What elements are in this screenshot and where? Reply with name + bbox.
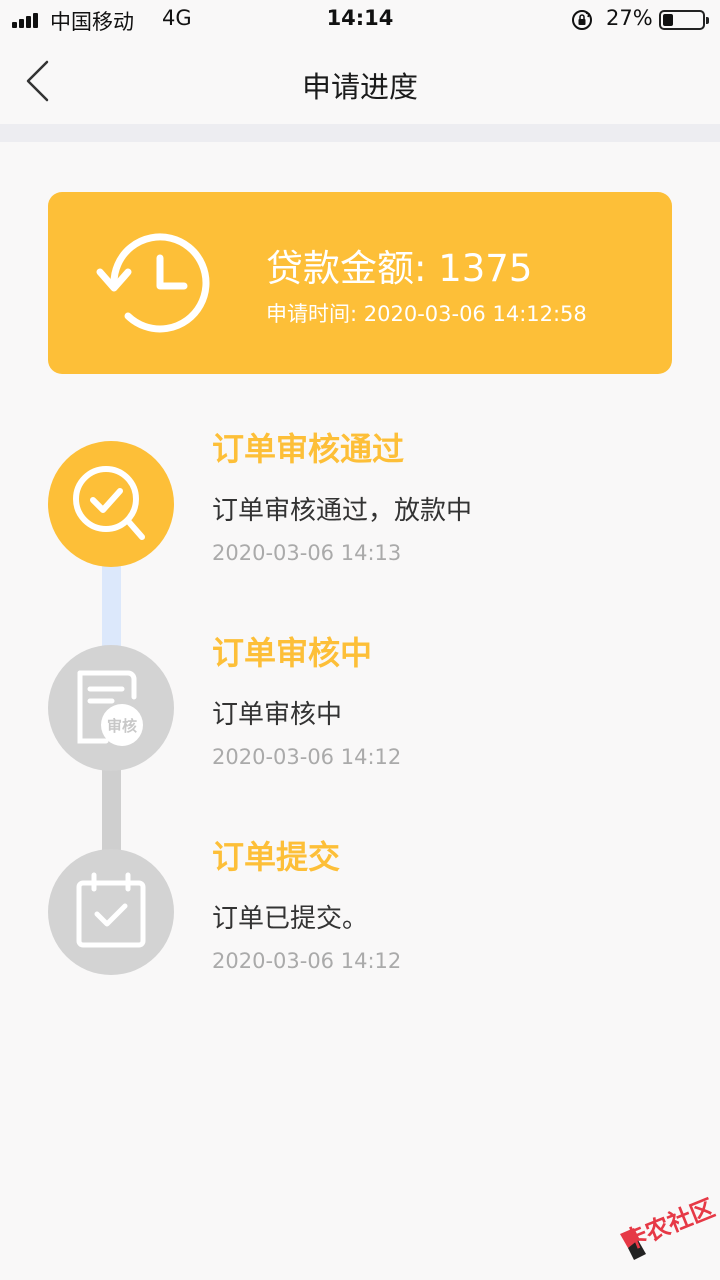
step-title: 订单审核中 xyxy=(212,634,373,672)
step-submitted-circle xyxy=(48,849,174,975)
step-desc: 订单已提交。 xyxy=(212,904,369,934)
divider xyxy=(0,124,720,142)
rotation-lock-icon xyxy=(572,10,592,30)
apply-time: 申请时间: 2020-03-06 14:12:58 xyxy=(266,302,587,326)
step-reviewing-circle: 审核 xyxy=(48,645,174,771)
battery-icon xyxy=(659,10,709,30)
step-desc: 订单审核中 xyxy=(212,700,343,730)
step-approved-circle xyxy=(48,441,174,567)
step-time: 2020-03-06 14:12 xyxy=(212,949,402,973)
calendar-check-icon xyxy=(76,872,146,948)
loan-amount: 贷款金额: 1375 xyxy=(266,247,533,290)
loan-summary-card: 贷款金额: 1375 申请时间: 2020-03-06 14:12:58 xyxy=(48,192,672,374)
step-time: 2020-03-06 14:13 xyxy=(212,541,402,565)
clock-history-icon xyxy=(96,233,210,333)
step-desc: 订单审核通过，放款中 xyxy=(212,496,473,526)
search-check-icon xyxy=(73,466,145,540)
step-time: 2020-03-06 14:12 xyxy=(212,745,402,769)
review-badge-label: 审核 xyxy=(107,717,137,735)
page-title: 申请进度 xyxy=(301,70,418,104)
timeline-connector-active xyxy=(102,566,121,646)
status-bar: 中国移动 4G 14:14 27% xyxy=(0,0,720,40)
battery-level xyxy=(663,14,673,26)
step-title: 订单审核通过 xyxy=(212,430,405,468)
review-document-icon: 审核 xyxy=(77,670,143,746)
step-title: 订单提交 xyxy=(212,838,341,876)
nav-bar: 申请进度 xyxy=(0,40,720,124)
timeline-connector xyxy=(102,770,121,850)
battery-percent: 27% xyxy=(606,6,653,30)
